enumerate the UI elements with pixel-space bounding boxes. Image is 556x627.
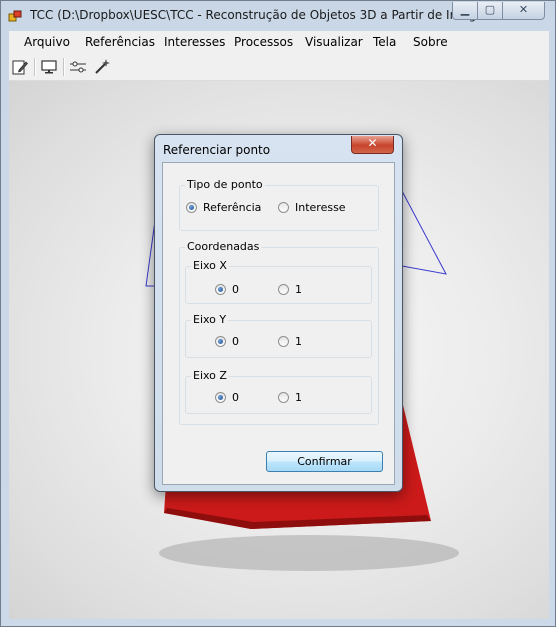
toolbar-connect-button[interactable] [67,56,89,78]
minimize-icon: ▁ [460,3,470,16]
tipo-de-ponto-group: Tipo de ponto Referência Interesse [179,178,379,231]
group-label: Coordenadas [185,240,262,253]
close-icon: ✕ [518,3,529,16]
radio-eixo-z-1[interactable]: 1 [278,391,302,404]
dialog-title: Referenciar ponto [163,143,271,157]
radio-button-checked[interactable] [215,336,226,347]
toolbar-magic-button[interactable] [91,56,113,78]
menu-processos[interactable]: Processos [234,35,293,49]
main-window: TCC (D:\Dropbox\UESC\TCC - Reconstrução … [0,0,556,627]
dialog-body: Tipo de ponto Referência Interesse Coord… [162,162,395,485]
eixo-z-group: Eixo Z 0 1 [185,369,372,414]
toolbar-edit-button[interactable] [9,56,31,78]
monitor-icon [41,60,57,74]
coordenadas-group: Coordenadas Eixo X 0 1 Eixo Y 0 1 Eixo Z… [179,240,379,425]
menu-arquivo[interactable]: Arquivo [24,35,70,49]
radio-eixo-x-1[interactable]: 1 [278,283,302,296]
group-label: Eixo Y [191,313,229,326]
menu-bar: Arquivo Referências Interesses Processos… [9,31,549,53]
radio-label: 0 [232,283,239,296]
radio-button[interactable] [278,202,289,213]
radio-label: 0 [232,335,239,348]
radio-interesse[interactable]: Interesse [278,201,346,214]
radio-label: 1 [295,283,302,296]
app-icon [8,10,22,22]
dialog-close-button[interactable]: ✕ [351,136,394,154]
radio-button[interactable] [278,284,289,295]
radio-button-checked[interactable] [215,284,226,295]
menu-sobre[interactable]: Sobre [413,35,448,49]
connect-icon [70,61,86,73]
radio-label: Referência [203,201,262,214]
radio-eixo-z-0[interactable]: 0 [215,391,239,404]
radio-eixo-y-1[interactable]: 1 [278,335,302,348]
model-shadow [159,535,459,571]
menu-tela[interactable]: Tela [373,35,396,49]
minimize-button[interactable]: ▁ [452,2,478,20]
confirmar-button[interactable]: Confirmar [266,451,383,472]
close-button[interactable]: ✕ [502,2,545,20]
radio-eixo-y-0[interactable]: 0 [215,335,239,348]
toolbar-separator [34,58,36,76]
radio-eixo-x-0[interactable]: 0 [215,283,239,296]
group-label: Eixo X [191,259,229,272]
toolbar-monitor-button[interactable] [38,56,60,78]
close-icon: ✕ [367,136,378,150]
maximize-icon: ▢ [484,3,496,16]
radio-button-checked[interactable] [186,202,197,213]
group-label: Eixo Z [191,369,229,382]
radio-label: Interesse [295,201,346,214]
window-title: TCC (D:\Dropbox\UESC\TCC - Reconstrução … [30,8,496,22]
menu-referencias[interactable]: Referências [85,35,155,49]
eixo-y-group: Eixo Y 0 1 [185,313,372,358]
radio-label: 1 [295,335,302,348]
radio-label: 1 [295,391,302,404]
radio-button-checked[interactable] [215,392,226,403]
maximize-button[interactable]: ▢ [477,2,503,20]
referenciar-ponto-dialog: Referenciar ponto ✕ Tipo de ponto Referê… [154,134,403,492]
radio-label: 0 [232,391,239,404]
model-edge-right [401,190,447,275]
group-label: Tipo de ponto [185,178,265,191]
edit-icon [12,60,28,75]
menu-visualizar[interactable]: Visualizar [305,35,363,49]
menu-interesses[interactable]: Interesses [164,35,225,49]
toolbar [9,53,549,81]
eixo-x-group: Eixo X 0 1 [185,259,372,304]
radio-button[interactable] [278,392,289,403]
magic-wand-icon [95,59,110,74]
radio-button[interactable] [278,336,289,347]
radio-referencia[interactable]: Referência [186,201,261,214]
toolbar-separator [63,58,65,76]
title-bar[interactable]: TCC (D:\Dropbox\UESC\TCC - Reconstrução … [1,1,555,31]
